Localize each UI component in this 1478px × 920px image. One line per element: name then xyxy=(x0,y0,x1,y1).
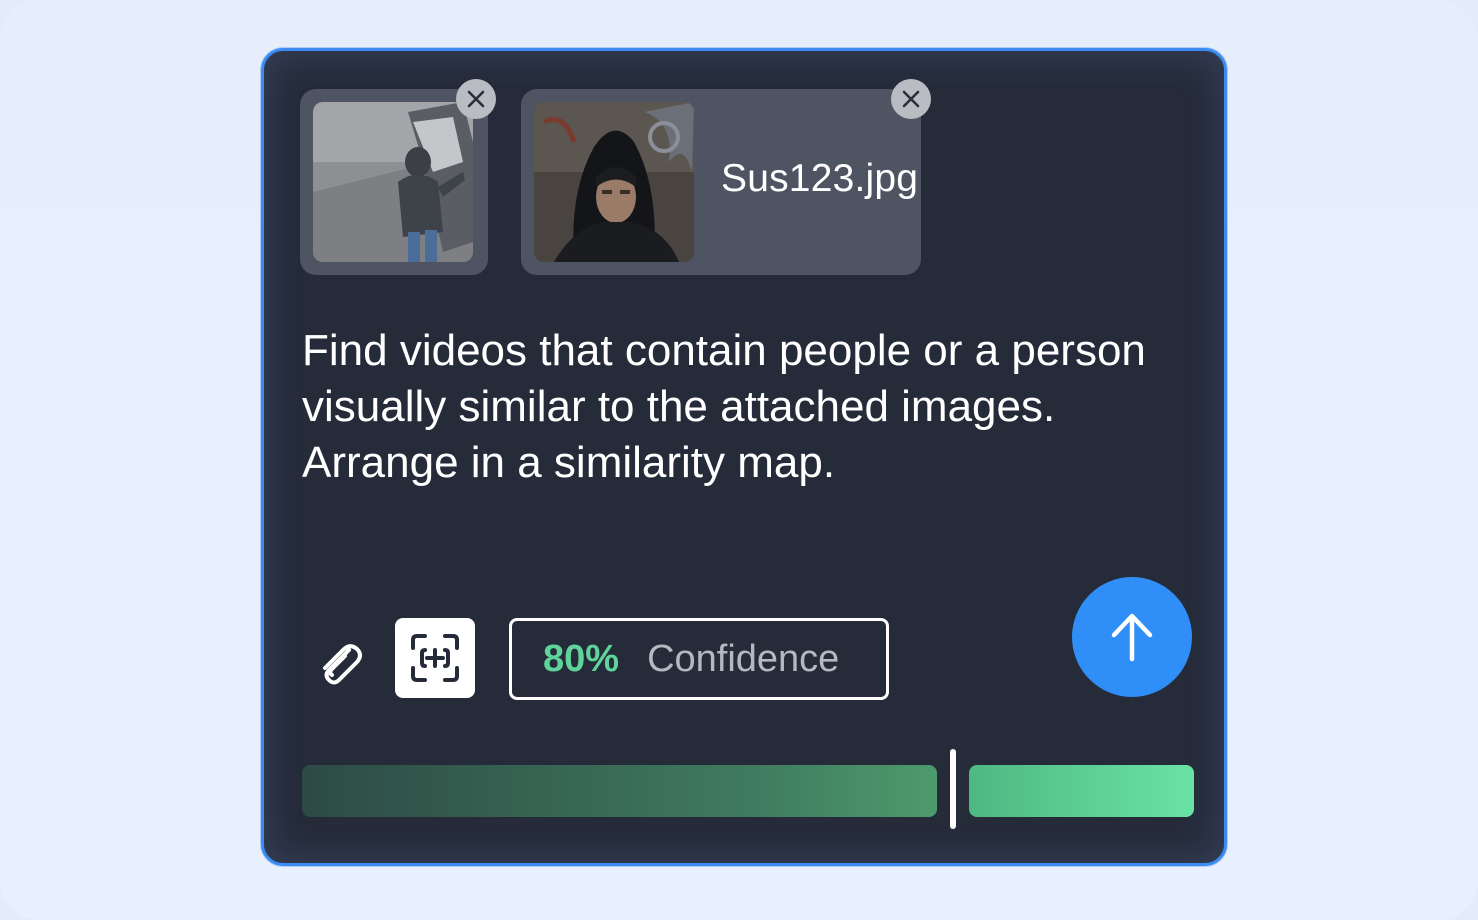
arrow-up-icon xyxy=(1111,613,1153,662)
attach-file-button[interactable] xyxy=(314,637,366,689)
slider-track-below xyxy=(302,765,937,817)
remove-attachment-2-button[interactable] xyxy=(891,79,931,119)
remove-attachment-1-button[interactable] xyxy=(456,79,496,119)
scan-add-icon xyxy=(411,634,459,682)
attachment-card-2[interactable]: Sus123.jpg xyxy=(521,79,931,275)
attachment-filename: Sus123.jpg xyxy=(721,157,919,200)
slider-track-above xyxy=(969,765,1194,817)
cctv-person-thumbnail xyxy=(313,102,473,262)
hooded-person-thumbnail xyxy=(534,102,694,262)
prompt-input[interactable]: Find videos that contain people or a per… xyxy=(302,323,1202,491)
threshold-slider[interactable] xyxy=(302,749,1194,829)
slider-handle[interactable] xyxy=(950,749,956,829)
confidence-label: Confidence xyxy=(647,637,840,680)
paperclip-icon xyxy=(323,644,362,685)
page-background: Sus123.jpg Find videos that contain peop… xyxy=(0,0,1478,920)
confidence-value: 80% xyxy=(543,637,620,680)
confidence-selector[interactable]: 80% Confidence xyxy=(509,618,889,700)
close-icon xyxy=(902,90,920,108)
search-composer-panel: Sus123.jpg Find videos that contain peop… xyxy=(261,48,1227,866)
send-button[interactable] xyxy=(1072,577,1192,697)
scan-add-button[interactable] xyxy=(395,618,475,698)
attachment-card-1[interactable] xyxy=(300,79,496,275)
close-icon xyxy=(467,90,485,108)
